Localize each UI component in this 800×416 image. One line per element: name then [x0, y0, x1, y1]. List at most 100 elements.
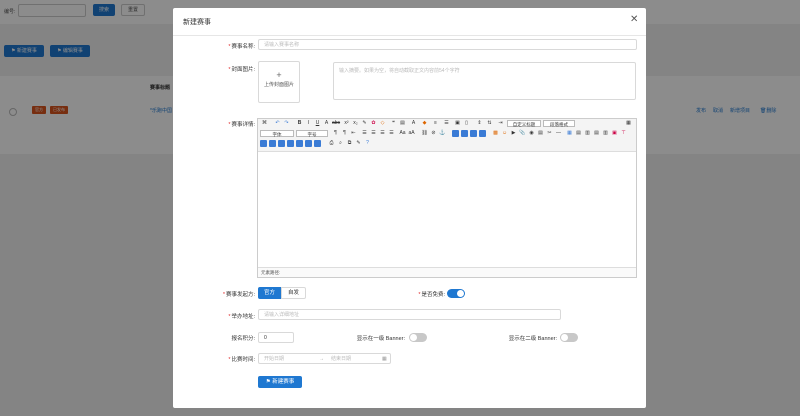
table-delete-icon[interactable] [287, 140, 294, 147]
element-path: 元素路径: [258, 267, 636, 277]
align-left-icon[interactable]: ☰ [361, 130, 368, 137]
rich-text-editor: ⌘ ↶ ↷ B I U A abc x² x₂ ✎ ✿ ◇ ❝ ▤ A ◆ ≡ … [257, 118, 637, 278]
code-icon[interactable]: ▤ [537, 130, 544, 137]
bold-icon[interactable]: B [296, 120, 303, 127]
case-upper-icon[interactable]: Aa [399, 130, 406, 137]
time-label: *比赛时间: [228, 357, 255, 363]
ordered-list-icon[interactable]: ≡ [432, 120, 439, 127]
image-float-right-icon[interactable] [470, 130, 477, 137]
summary-textarea[interactable]: 输入摘要。如果为空，将自动截取正文内容前54个字符 [333, 62, 636, 100]
redo-icon[interactable]: ↷ [283, 120, 290, 127]
select-all-icon[interactable]: ▣ [454, 120, 461, 127]
insert-row-icon[interactable]: ▤ [575, 130, 582, 137]
pagebreak-icon[interactable]: ✂ [546, 130, 553, 137]
paste-plain-icon[interactable]: ▤ [399, 120, 406, 127]
free-toggle[interactable] [447, 289, 465, 298]
subscript-icon[interactable]: x₂ [352, 120, 359, 127]
auto-typeset-icon[interactable]: ✿ [370, 120, 377, 127]
print-icon[interactable]: ⎙ [328, 140, 335, 147]
preview-icon[interactable]: ⧉ [346, 140, 353, 147]
organizer-label: *赛事发起方: [222, 292, 255, 298]
custom-title-select[interactable]: 自定义标题 [507, 120, 541, 127]
plus-icon: + [276, 70, 282, 80]
banner2-toggle[interactable] [560, 333, 578, 342]
anchor-icon[interactable]: ⚓ [439, 130, 446, 137]
range-separator: → [319, 356, 324, 362]
insert-col-icon[interactable]: ▥ [584, 130, 591, 137]
indent-more-icon[interactable]: ⇤ [350, 130, 357, 137]
date-range-picker[interactable]: 开始日期 → 结束日期 ▦ [258, 353, 391, 364]
cover-label: *封面图片: [228, 67, 255, 73]
points-label: 报名积分: [231, 336, 255, 342]
new-event-modal: 新建赛事 ✕ *赛事名称: 请输入赛事名称 *封面图片: + 上传封面图片 输入… [173, 8, 646, 408]
start-date[interactable]: 开始日期 [264, 354, 284, 364]
line-height-icon[interactable]: ⇅ [486, 120, 493, 127]
cover-upload[interactable]: + 上传封面图片 [258, 61, 300, 103]
source-icon[interactable]: ⌘ [260, 120, 269, 127]
row-spacing-icon[interactable]: ⇕ [476, 120, 483, 127]
merge-cells-icon[interactable]: ▣ [611, 130, 618, 137]
eraser-icon[interactable]: ◇ [379, 120, 386, 127]
calendar-icon: ▦ [382, 356, 387, 362]
details-label: *赛事详情: [228, 122, 255, 128]
fontborder-icon[interactable]: A [323, 120, 330, 127]
address-input[interactable]: 请输入详细地址 [258, 309, 561, 320]
unlink-icon[interactable]: ⊘ [430, 130, 437, 137]
clear-doc-icon[interactable]: ▯ [463, 120, 470, 127]
forecolor-icon[interactable]: A [410, 120, 417, 127]
format-match-icon[interactable]: ✎ [361, 120, 368, 127]
align-center-icon[interactable]: ☰ [370, 130, 377, 137]
direction-ltr-icon[interactable]: ¶ [332, 130, 339, 137]
map-icon[interactable]: ◉ [528, 130, 535, 137]
underline-icon[interactable]: U [314, 120, 321, 127]
split-cells-icon[interactable]: ⊤ [620, 130, 627, 137]
link-icon[interactable]: ⛓ [421, 130, 428, 137]
cell-props-icon[interactable] [305, 140, 312, 147]
indent-icon[interactable]: ⇥ [497, 120, 504, 127]
superscript-icon[interactable]: x² [343, 120, 350, 127]
undo-icon[interactable]: ↶ [274, 120, 281, 127]
end-date[interactable]: 结束日期 [331, 354, 351, 364]
case-lower-icon[interactable]: aA [408, 130, 415, 137]
submit-new-event-button[interactable]: ⚑ 新建赛事 [258, 376, 302, 388]
table-merge-right-icon[interactable] [269, 140, 276, 147]
font-family-select[interactable]: 字体 [260, 130, 294, 137]
horizontal-rule-icon[interactable]: — [555, 130, 562, 137]
table-split-icon[interactable] [260, 140, 267, 147]
image-center-icon[interactable] [479, 130, 486, 137]
direction-rtl-icon[interactable]: ¶ [341, 130, 348, 137]
delete-col-icon[interactable]: ▥ [602, 130, 609, 137]
search-replace-icon[interactable]: ⌕ [337, 140, 344, 147]
organizer-self[interactable]: 自发 [281, 287, 307, 299]
sort-table-icon[interactable] [314, 140, 321, 147]
attachment-icon[interactable]: 📎 [519, 130, 526, 137]
draft-icon[interactable]: ✎ [355, 140, 362, 147]
image-float-left-icon[interactable] [461, 130, 468, 137]
emotion-icon[interactable]: ☺ [501, 130, 508, 137]
editor-toolbar: ⌘ ↶ ↷ B I U A abc x² x₂ ✎ ✿ ◇ ❝ ▤ A ◆ ≡ … [258, 119, 636, 152]
font-size-select[interactable]: 字号 [296, 130, 328, 137]
italic-icon[interactable]: I [305, 120, 312, 127]
align-justify-icon[interactable]: ☰ [388, 130, 395, 137]
banner1-toggle[interactable] [409, 333, 427, 342]
delete-row-icon[interactable]: ▤ [593, 130, 600, 137]
editor-content[interactable] [258, 152, 636, 266]
help-icon[interactable]: ? [364, 140, 371, 147]
paragraph-format-select[interactable]: 段落格式 [543, 120, 575, 127]
table-props-icon[interactable] [296, 140, 303, 147]
unordered-list-icon[interactable]: ☰ [443, 120, 450, 127]
align-right-icon[interactable]: ☰ [379, 130, 386, 137]
table-merge-down-icon[interactable] [278, 140, 285, 147]
backcolor-icon[interactable]: ◆ [421, 120, 428, 127]
fullscreen-icon[interactable]: ▦ [625, 120, 632, 127]
points-input[interactable]: 0 [258, 332, 294, 343]
table-icon[interactable]: ▦ [566, 130, 573, 137]
blockquote-icon[interactable]: ❝ [390, 120, 397, 127]
organizer-official[interactable]: 官方 [258, 287, 282, 299]
video-icon[interactable]: ▶ [510, 130, 517, 137]
strikethrough-icon[interactable]: abc [332, 120, 340, 127]
image-float-none-icon[interactable] [452, 130, 459, 137]
insert-image-icon[interactable]: ▩ [492, 130, 499, 137]
event-name-input[interactable]: 请输入赛事名称 [258, 39, 637, 50]
close-icon[interactable]: ✕ [630, 14, 638, 25]
